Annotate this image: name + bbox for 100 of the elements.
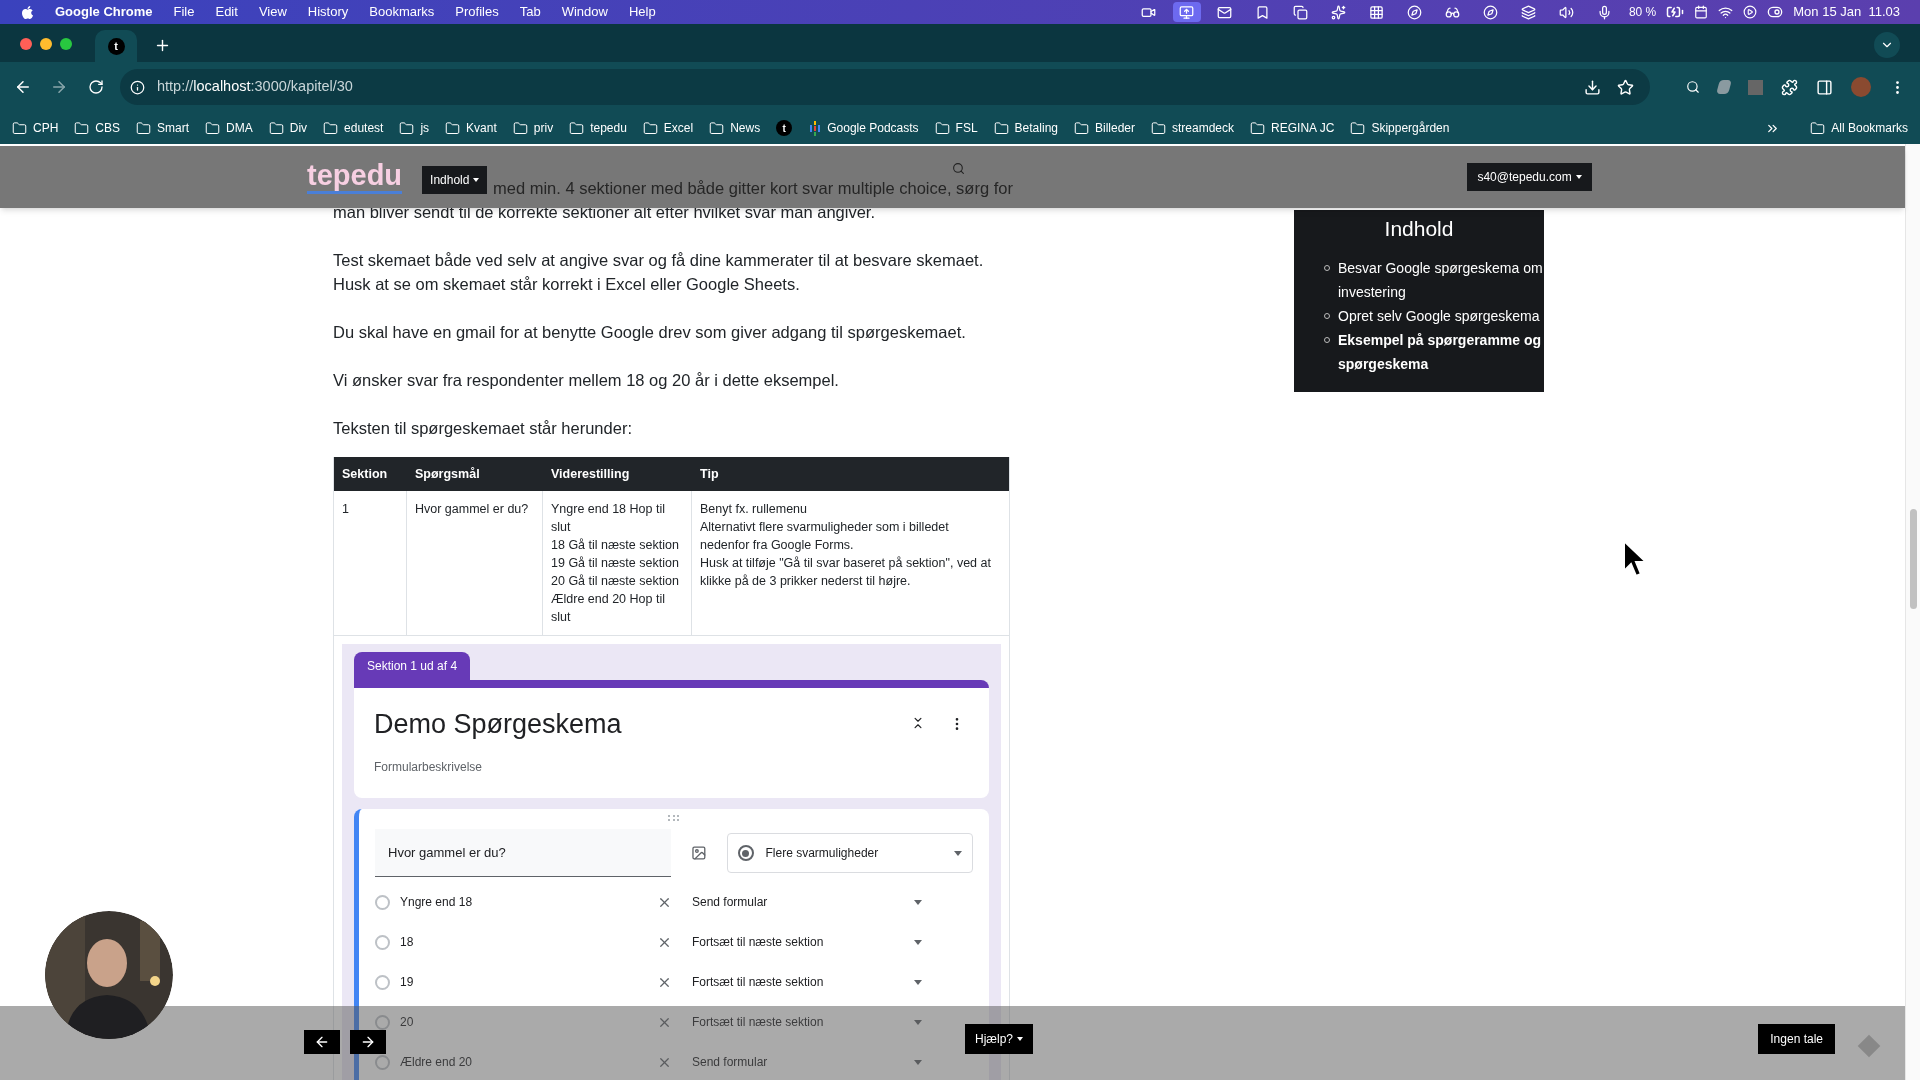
- menu-item[interactable]: Edit: [215, 2, 238, 22]
- bookmark-item[interactable]: tepedu: [569, 119, 627, 137]
- question-type-select[interactable]: Flere svarmuligheder: [726, 833, 973, 873]
- apple-icon[interactable]: [20, 4, 35, 20]
- menu-item[interactable]: Profiles: [455, 2, 499, 22]
- caret-icon: [914, 979, 922, 985]
- tab-favicon: t: [107, 37, 125, 55]
- site-info-icon[interactable]: [130, 79, 145, 95]
- bookmark-item[interactable]: News: [709, 119, 761, 137]
- paragraph: Teksten til spørgeskemaet står herunder:: [333, 418, 632, 439]
- paragraph: Vi ønsker svar fra respondenter mellem 18 og 20 år i dette eksempel.: [333, 370, 839, 391]
- column-header: Viderestilling: [550, 466, 631, 483]
- form-title: Demo Spørgeskema: [374, 708, 622, 741]
- bookmark-item[interactable]: streamdeck: [1151, 119, 1235, 137]
- menu-item[interactable]: View: [258, 2, 287, 22]
- bookmark-item[interactable]: REGINA JC: [1250, 119, 1335, 137]
- menu-item[interactable]: History: [307, 2, 349, 22]
- folder-icon: [12, 120, 27, 136]
- help-dropdown-button[interactable]: Hjælp?: [965, 1024, 1033, 1054]
- bookmark-item[interactable]: FSL: [934, 119, 978, 137]
- caret-icon: [914, 899, 922, 905]
- radio-button[interactable]: [375, 934, 390, 950]
- image-icon[interactable]: [690, 845, 707, 861]
- new-tab-icon[interactable]: [154, 37, 171, 54]
- goto-select[interactable]: Fortsæt til næste sektion: [692, 1013, 824, 1031]
- search-icon[interactable]: [952, 161, 966, 175]
- goto-select[interactable]: Send formular: [692, 1053, 768, 1071]
- table-cell: 1: [334, 491, 407, 635]
- bookmark-item[interactable]: Div: [268, 119, 308, 137]
- speech-button[interactable]: Ingen tale: [1758, 1024, 1835, 1054]
- bookmark-item[interactable]: Google Podcasts: [809, 119, 919, 137]
- folder-icon: [1151, 120, 1166, 136]
- podcast-icon: [809, 120, 822, 136]
- menu-dropdown-button[interactable]: Indhold: [422, 166, 488, 194]
- bookmark-item[interactable]: Billeder: [1074, 119, 1135, 137]
- extension-icon[interactable]: [1686, 80, 1700, 94]
- app-name[interactable]: Google Chrome: [55, 2, 153, 22]
- menu-item[interactable]: Help: [628, 2, 656, 22]
- next-button[interactable]: [350, 1030, 386, 1054]
- extension-icon[interactable]: [1716, 80, 1732, 94]
- goto-select[interactable]: Fortsæt til næste sektion: [692, 973, 824, 991]
- toc-link[interactable]: Opret selv Google spørgeskema: [1338, 304, 1540, 328]
- user-dropdown-button[interactable]: s40@tepedu.com: [1467, 163, 1592, 191]
- bookmark-item[interactable]: CBS: [74, 119, 121, 137]
- extensions-icon[interactable]: [1781, 78, 1798, 96]
- wifi-icon[interactable]: [1718, 4, 1734, 20]
- bookmark-item[interactable]: Smart: [136, 119, 190, 137]
- option-label: Ældre end 20: [400, 1055, 473, 1069]
- previous-button[interactable]: [304, 1030, 340, 1054]
- folder-icon: [399, 120, 415, 136]
- bookmark-item[interactable]: Kvant: [445, 119, 497, 137]
- control-center-icon[interactable]: [1767, 4, 1784, 20]
- toc-link[interactable]: Besvar Google spørgeskema om investering: [1338, 256, 1544, 304]
- bookmark-item[interactable]: Skippergården: [1350, 119, 1450, 137]
- menu-item[interactable]: File: [173, 2, 195, 22]
- folder-icon: [136, 120, 152, 136]
- menu-item[interactable]: Window: [561, 2, 608, 22]
- screen-share-icon[interactable]: [1172, 2, 1201, 22]
- folder-icon: [74, 120, 90, 136]
- bookmark-item[interactable]: Betaling: [993, 119, 1058, 137]
- all-bookmarks[interactable]: All Bookmarks: [1810, 119, 1908, 137]
- zoom-window-button[interactable]: [60, 38, 72, 50]
- radio-button[interactable]: [375, 894, 390, 910]
- folder-icon: [1810, 120, 1826, 136]
- folder-icon: [569, 120, 585, 136]
- url-text: http://localhost:3000/kapitel/30: [157, 77, 353, 97]
- install-icon[interactable]: [1584, 78, 1601, 96]
- minimize-window-button[interactable]: [40, 38, 52, 50]
- tab-list-button[interactable]: [1874, 32, 1900, 58]
- close-window-button[interactable]: [20, 38, 32, 50]
- bookmark-item[interactable]: priv: [512, 119, 554, 137]
- clock[interactable]: Mon 15 Jan 11.03: [1793, 2, 1900, 22]
- bookmark-item[interactable]: edutest: [323, 119, 384, 137]
- toc-link[interactable]: Eksempel på spørgeramme og spørgeskema: [1338, 328, 1544, 376]
- caret-icon: [914, 939, 922, 945]
- question-field[interactable]: Hvor gammel er du?: [375, 829, 671, 877]
- play-icon[interactable]: [1743, 5, 1758, 19]
- bookmark-star-icon[interactable]: [1617, 78, 1634, 96]
- radio-button[interactable]: [375, 974, 390, 990]
- side-panel-icon[interactable]: [1816, 78, 1833, 96]
- table-cell: Hvor gammel er du?: [407, 491, 543, 635]
- bookmark-item[interactable]: js: [399, 119, 430, 137]
- menu-item[interactable]: Bookmarks: [369, 2, 435, 22]
- toc-title: Indhold: [1383, 216, 1455, 242]
- column-header: Tip: [699, 466, 720, 483]
- bookmark-item[interactable]: DMA: [205, 119, 253, 137]
- browser-tab[interactable]: t: [95, 30, 137, 62]
- collapse-icon[interactable]: [911, 716, 925, 730]
- menu-item[interactable]: Tab: [519, 2, 541, 22]
- bookmark-item[interactable]: Excel: [642, 119, 694, 137]
- bookmark-favicon[interactable]: t: [776, 120, 793, 136]
- goto-select[interactable]: Fortsæt til næste sektion: [692, 933, 824, 951]
- calendar-icon[interactable]: [1694, 5, 1709, 19]
- bookmark-item[interactable]: CPH: [12, 119, 59, 137]
- caret-icon: [914, 1019, 922, 1025]
- address-bar[interactable]: http://localhost:3000/kapitel/30: [120, 69, 1650, 105]
- goto-select[interactable]: Send formular: [692, 893, 768, 911]
- reload-icon[interactable]: [88, 79, 104, 95]
- folder-icon: [993, 120, 1009, 136]
- back-icon[interactable]: [14, 78, 32, 96]
